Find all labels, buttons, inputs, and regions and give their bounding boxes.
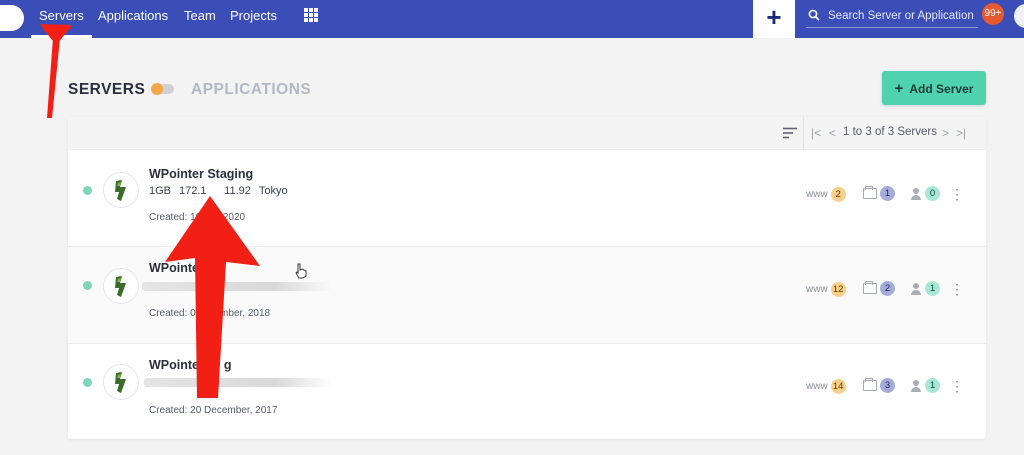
folder-icon <box>863 281 877 294</box>
more-options-icon[interactable]: ⋮ <box>950 282 964 296</box>
user-count-badge: 0 <box>925 186 940 201</box>
top-navbar: Servers Applications Team Projects + 99+ <box>0 0 1024 38</box>
server-provider-icon <box>103 172 139 208</box>
status-online-dot <box>83 378 92 387</box>
status-online-dot <box>83 281 92 290</box>
list-toolbar: |< < 1 to 3 of 3 Servers > >| <box>68 117 986 150</box>
notifications-badge[interactable]: 99+ <box>982 3 1004 25</box>
user-icon <box>910 379 922 392</box>
nav-item-projects[interactable]: Projects <box>230 9 277 29</box>
server-name[interactable]: WPointe <box>149 261 199 275</box>
nav-item-team[interactable]: Team <box>184 9 216 29</box>
hand-cursor-icon <box>295 263 307 279</box>
nav-item-applications[interactable]: Applications <box>98 9 168 29</box>
server-row[interactable]: WPointer B g Created: 20 December, 2017 … <box>68 344 986 439</box>
server-name[interactable]: WPointer Staging <box>149 167 253 181</box>
server-created-date: Created: 19 2020 <box>149 212 246 223</box>
server-provider-icon <box>103 268 139 304</box>
search-icon <box>808 9 820 21</box>
folder-icon <box>863 378 877 391</box>
server-name[interactable]: WPointer B g <box>149 358 232 372</box>
server-row[interactable]: WPointer Staging 1GB 172.1 11.92 Tokyo Cre… <box>68 150 986 246</box>
users-count[interactable]: 1 <box>910 378 940 393</box>
server-created-date: Created: 07 mber, 2018 <box>149 308 271 319</box>
plus-icon: + <box>894 79 904 97</box>
server-provider-icon <box>103 364 139 400</box>
status-online-dot <box>83 186 92 195</box>
next-page-button[interactable]: > <box>942 126 949 140</box>
www-label: www <box>806 284 828 296</box>
page-title-servers[interactable]: SERVERS <box>68 81 145 99</box>
www-label: www <box>806 381 828 393</box>
add-server-button[interactable]: + Add Server <box>882 71 986 105</box>
folder-count-badge: 1 <box>880 186 895 201</box>
www-count-badge: 14 <box>830 379 846 394</box>
folder-icon <box>863 186 877 199</box>
server-location: Tokyo <box>258 185 288 197</box>
folders-count[interactable]: 1 <box>863 186 895 201</box>
user-count-badge: 1 <box>925 281 940 296</box>
server-size: 1GB <box>149 185 172 197</box>
server-ip: 172.1 11.92 <box>179 185 251 197</box>
www-count-badge: 12 <box>830 282 846 297</box>
folders-count[interactable]: 3 <box>863 378 895 393</box>
servers-applications-toggle[interactable] <box>151 83 174 95</box>
users-count[interactable]: 0 <box>910 186 940 201</box>
server-row[interactable]: WPointe Created: 07 mber, 2018 www 12 2 1… <box>68 247 986 343</box>
user-icon <box>910 282 922 295</box>
sort-icon[interactable] <box>783 127 797 139</box>
folder-count-badge: 3 <box>880 378 895 393</box>
pagination-text: 1 to 3 of 3 Servers <box>843 126 937 138</box>
cloud-logo-icon[interactable] <box>0 5 24 31</box>
first-page-button[interactable]: |< <box>811 126 821 140</box>
nav-item-servers[interactable]: Servers <box>31 9 92 38</box>
user-icon <box>910 187 922 200</box>
websites-count[interactable]: www 12 <box>806 282 846 297</box>
folder-count-badge: 2 <box>880 281 895 296</box>
server-details: 1GB 172.1 11.92 Tokyo <box>149 185 296 197</box>
add-server-label: Add Server <box>909 81 974 96</box>
last-page-button[interactable]: >| <box>956 126 966 140</box>
annotation-arrow-nav <box>40 24 72 118</box>
redacted-details <box>142 282 332 291</box>
www-count-badge: 2 <box>830 187 846 202</box>
server-created-date: Created: 20 December, 2017 <box>149 405 278 416</box>
search-box <box>806 6 978 28</box>
users-count[interactable]: 1 <box>910 281 940 296</box>
redacted-details <box>144 378 332 387</box>
toggle-knob <box>151 83 163 95</box>
folders-count[interactable]: 2 <box>863 281 895 296</box>
more-options-icon[interactable]: ⋮ <box>950 379 964 393</box>
prev-page-button[interactable]: < <box>829 126 836 140</box>
page-title-applications[interactable]: APPLICATIONS <box>191 81 311 99</box>
add-new-button[interactable]: + <box>753 0 795 38</box>
servers-list-card: |< < 1 to 3 of 3 Servers > >| WPointer S… <box>68 117 986 439</box>
websites-count[interactable]: www 14 <box>806 379 846 394</box>
websites-count[interactable]: www 2 <box>806 187 846 202</box>
user-avatar[interactable] <box>1014 4 1024 28</box>
apps-grid-icon[interactable] <box>304 8 318 22</box>
toolbar-divider <box>803 117 804 150</box>
search-input[interactable] <box>828 6 978 26</box>
user-count-badge: 1 <box>925 378 940 393</box>
www-label: www <box>806 189 828 201</box>
more-options-icon[interactable]: ⋮ <box>950 187 964 201</box>
